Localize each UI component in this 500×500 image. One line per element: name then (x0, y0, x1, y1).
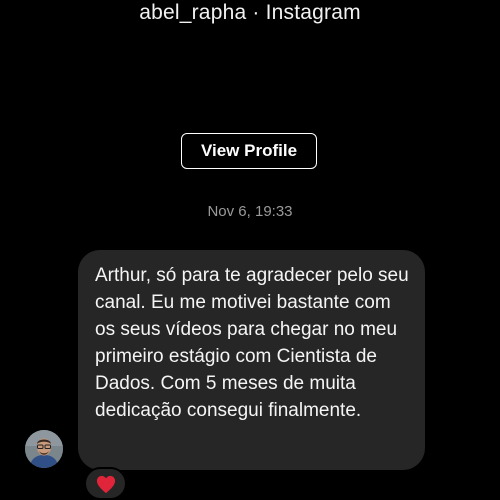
avatar[interactable] (25, 430, 63, 468)
message-text: Arthur, só para te agradecer pelo seu ca… (95, 265, 409, 421)
message-timestamp: Nov 6, 19:33 (207, 203, 293, 220)
avatar-image (25, 430, 63, 468)
view-profile-button[interactable]: View Profile (181, 133, 317, 169)
received-message-bubble[interactable]: Arthur, só para te agradecer pelo seu ca… (78, 250, 425, 470)
heart-icon (96, 475, 115, 493)
reaction-pill[interactable] (84, 467, 127, 500)
chat-header-title[interactable]: abel_rapha · Instagram (0, 0, 500, 26)
